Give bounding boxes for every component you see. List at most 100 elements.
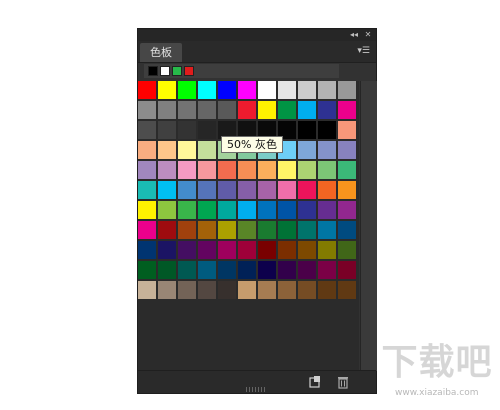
scrollbar[interactable] [360, 81, 377, 371]
color-swatch[interactable] [298, 121, 317, 140]
color-swatch[interactable] [258, 221, 277, 240]
recent-color-swatch[interactable] [148, 66, 158, 76]
recent-color-swatch[interactable] [160, 66, 170, 76]
color-swatch[interactable] [218, 221, 237, 240]
color-swatch[interactable] [298, 201, 317, 220]
color-swatch[interactable] [138, 181, 157, 200]
color-swatch[interactable] [218, 161, 237, 180]
color-swatch[interactable] [198, 201, 217, 220]
color-swatch[interactable] [318, 241, 337, 260]
color-swatch[interactable] [158, 101, 177, 120]
color-swatch[interactable] [318, 161, 337, 180]
color-swatch[interactable] [198, 121, 217, 140]
color-swatch[interactable] [198, 261, 217, 280]
color-swatch[interactable] [278, 81, 297, 100]
color-swatch[interactable] [178, 281, 197, 300]
color-swatch[interactable] [138, 221, 157, 240]
color-swatch[interactable] [138, 141, 157, 160]
resize-grip[interactable] [246, 387, 266, 392]
color-swatch[interactable] [298, 181, 317, 200]
color-swatch[interactable] [158, 221, 177, 240]
color-swatch[interactable] [218, 81, 237, 100]
color-swatch[interactable] [278, 281, 297, 300]
color-swatch[interactable] [178, 261, 197, 280]
color-swatch[interactable] [238, 181, 257, 200]
color-swatch[interactable] [278, 261, 297, 280]
trash-icon[interactable] [336, 375, 350, 389]
color-swatch[interactable] [258, 81, 277, 100]
color-swatch[interactable] [138, 81, 157, 100]
color-swatch[interactable] [158, 141, 177, 160]
color-swatch[interactable] [178, 201, 197, 220]
color-swatch[interactable] [298, 261, 317, 280]
color-swatch[interactable] [278, 181, 297, 200]
color-swatch[interactable] [198, 141, 217, 160]
color-swatch[interactable] [178, 221, 197, 240]
color-swatch[interactable] [318, 141, 337, 160]
color-swatch[interactable] [338, 81, 357, 100]
color-swatch[interactable] [278, 101, 297, 120]
color-swatch[interactable] [198, 181, 217, 200]
color-swatch[interactable] [178, 241, 197, 260]
color-swatch[interactable] [298, 161, 317, 180]
color-swatch[interactable] [238, 81, 257, 100]
color-swatch[interactable] [318, 81, 337, 100]
color-swatch[interactable] [258, 101, 277, 120]
color-swatch[interactable] [198, 81, 217, 100]
new-swatch-icon[interactable] [308, 375, 322, 389]
recent-color-swatch[interactable] [184, 66, 194, 76]
color-swatch[interactable] [298, 281, 317, 300]
color-swatch[interactable] [258, 201, 277, 220]
color-swatch[interactable] [238, 161, 257, 180]
color-swatch[interactable] [318, 121, 337, 140]
color-swatch[interactable] [338, 121, 357, 140]
color-swatch[interactable] [338, 221, 357, 240]
color-swatch[interactable] [198, 221, 217, 240]
color-swatch[interactable] [218, 181, 237, 200]
color-swatch[interactable] [158, 161, 177, 180]
color-swatch[interactable] [298, 81, 317, 100]
color-swatch[interactable] [258, 181, 277, 200]
color-swatch[interactable] [238, 221, 257, 240]
color-swatch[interactable] [238, 281, 257, 300]
color-swatch[interactable] [158, 181, 177, 200]
color-swatch[interactable] [178, 141, 197, 160]
color-swatch[interactable] [318, 101, 337, 120]
color-swatch[interactable] [258, 261, 277, 280]
color-swatch[interactable] [318, 221, 337, 240]
color-swatch[interactable] [218, 201, 237, 220]
color-swatch[interactable] [158, 281, 177, 300]
color-swatch[interactable] [338, 241, 357, 260]
color-swatch[interactable] [238, 241, 257, 260]
double-chevron-left-icon[interactable]: ◂◂ [348, 29, 360, 41]
color-swatch[interactable] [338, 161, 357, 180]
color-swatch[interactable] [238, 261, 257, 280]
color-swatch[interactable] [238, 101, 257, 120]
color-swatch[interactable] [138, 261, 157, 280]
color-swatch[interactable] [278, 201, 297, 220]
color-swatch[interactable] [198, 281, 217, 300]
color-swatch[interactable] [258, 281, 277, 300]
color-swatch[interactable] [138, 201, 157, 220]
tab-swatches[interactable]: 色板 [140, 43, 182, 62]
color-swatch[interactable] [278, 221, 297, 240]
color-swatch[interactable] [158, 81, 177, 100]
recent-color-swatch[interactable] [172, 66, 182, 76]
color-swatch[interactable] [318, 201, 337, 220]
color-swatch[interactable] [238, 201, 257, 220]
color-swatch[interactable] [198, 241, 217, 260]
color-swatch[interactable] [178, 121, 197, 140]
color-swatch[interactable] [158, 121, 177, 140]
color-swatch[interactable] [298, 101, 317, 120]
color-swatch[interactable] [258, 161, 277, 180]
color-swatch[interactable] [338, 141, 357, 160]
color-swatch[interactable] [298, 241, 317, 260]
color-swatch[interactable] [138, 121, 157, 140]
color-swatch[interactable] [278, 241, 297, 260]
color-swatch[interactable] [318, 181, 337, 200]
color-swatch[interactable] [138, 161, 157, 180]
close-icon[interactable]: ✕ [362, 29, 374, 41]
color-swatch[interactable] [258, 241, 277, 260]
color-swatch[interactable] [338, 181, 357, 200]
color-swatch[interactable] [218, 241, 237, 260]
